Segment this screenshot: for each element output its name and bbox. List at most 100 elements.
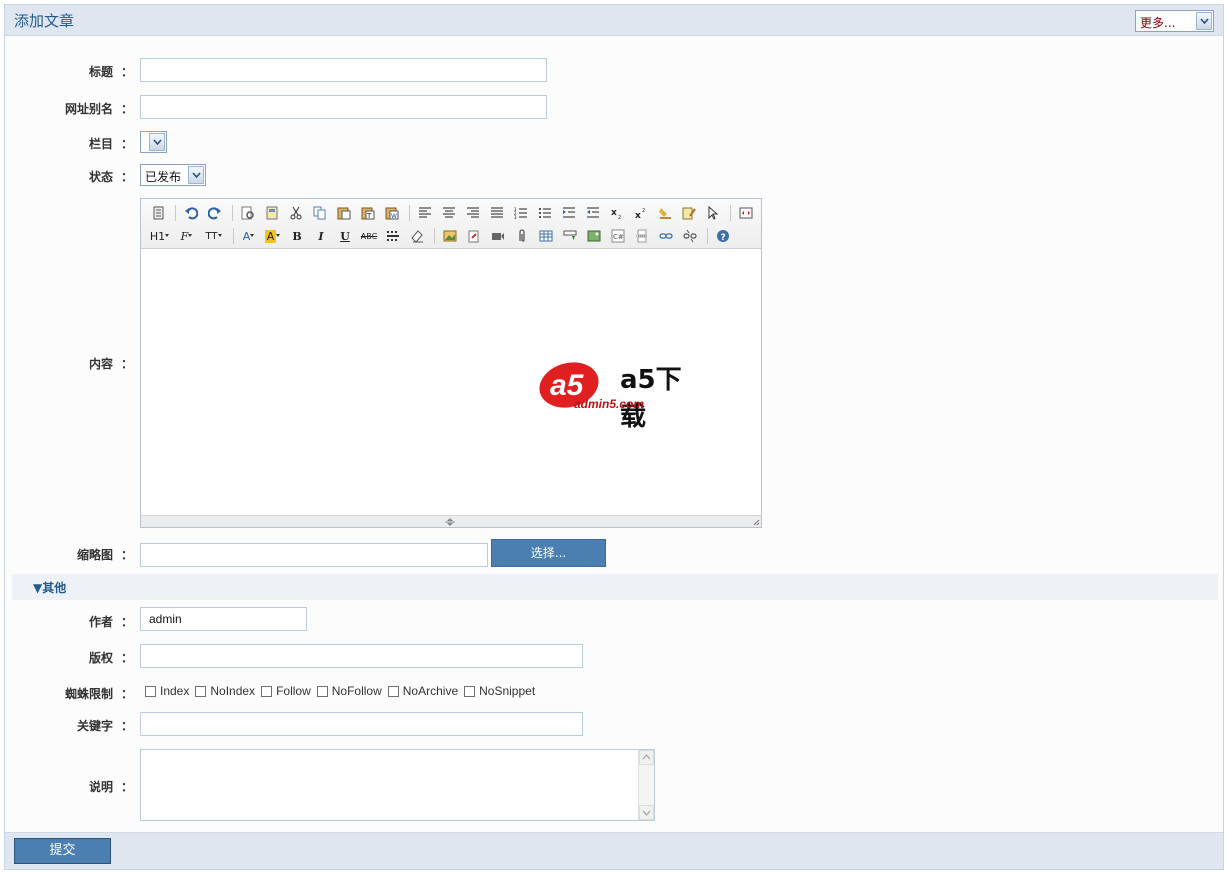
subscript-icon[interactable]: x2 <box>606 203 628 223</box>
align-left-icon[interactable] <box>414 203 436 223</box>
noarchive-checkbox[interactable] <box>387 685 399 697</box>
content-label: 内容 ： <box>5 355 133 372</box>
insert-image-icon[interactable] <box>439 226 461 246</box>
choose-thumbnail-button[interactable]: 选择... <box>491 539 606 567</box>
underline-button[interactable]: U <box>334 226 356 246</box>
status-select[interactable]: 已发布 <box>140 164 206 186</box>
more-select[interactable]: 更多... <box>1135 10 1214 32</box>
page-break-icon[interactable] <box>631 226 653 246</box>
highlight-color-button[interactable]: A <box>262 226 284 246</box>
page-title: 添加文章 <box>14 12 75 30</box>
author-label: 作者 ： <box>5 613 133 630</box>
slug-input[interactable] <box>140 95 547 119</box>
index-checkbox[interactable] <box>145 685 156 697</box>
insert-table-icon[interactable] <box>535 226 557 246</box>
fullscreen-icon[interactable] <box>735 203 757 223</box>
preview-icon[interactable] <box>237 203 259 223</box>
watermark-brand: a5下载 <box>620 365 682 432</box>
indent-icon[interactable] <box>558 203 580 223</box>
keywords-label: 关键字 ： <box>5 717 133 734</box>
chevron-down-icon[interactable] <box>149 133 165 151</box>
colon: ： <box>120 548 133 562</box>
horizontal-rule-icon[interactable] <box>382 226 404 246</box>
insert-media-icon[interactable] <box>583 226 605 246</box>
superscript-icon[interactable]: x2 <box>630 203 652 223</box>
unordered-list-icon[interactable] <box>534 203 556 223</box>
follow-checkbox[interactable] <box>261 685 273 697</box>
heading-button[interactable]: H1 <box>147 226 173 246</box>
unlink-icon[interactable] <box>679 226 701 246</box>
toolbar-separator <box>232 205 233 221</box>
other-section-header[interactable]: ▼其他 <box>12 574 1218 600</box>
paste-icon[interactable] <box>333 203 355 223</box>
noindex-checkbox[interactable] <box>195 685 207 697</box>
select-all-icon[interactable] <box>702 203 724 223</box>
eraser-icon[interactable] <box>406 226 428 246</box>
undo-icon[interactable] <box>180 203 202 223</box>
category-select[interactable] <box>140 131 167 153</box>
insert-flash-icon[interactable] <box>463 226 485 246</box>
italic-button[interactable]: I <box>310 226 332 246</box>
description-label: 说明 ： <box>5 778 133 795</box>
scroll-down-icon[interactable] <box>639 805 654 820</box>
textarea-scrollbar[interactable] <box>638 750 654 820</box>
strikethrough-button[interactable]: ABC <box>358 226 380 246</box>
source-icon[interactable] <box>147 203 169 223</box>
colon: ： <box>120 651 133 665</box>
redo-icon[interactable] <box>204 203 226 223</box>
thumbnail-label: 缩略图 ： <box>5 546 133 563</box>
copyright-input[interactable] <box>140 644 583 668</box>
app-frame: 添加文章 更多... 标题： 网址别名： 栏目： 状态： 已发布 内容： T W… <box>4 4 1224 870</box>
nosnippet-checkbox[interactable] <box>464 685 476 697</box>
paste-text-icon[interactable]: T <box>357 203 379 223</box>
align-justify-icon[interactable] <box>486 203 508 223</box>
resize-grip-icon[interactable] <box>752 518 760 526</box>
index-checkbox-label: Index <box>160 684 190 698</box>
template-icon[interactable] <box>261 203 283 223</box>
insert-row-icon[interactable] <box>559 226 581 246</box>
more-select-value: 更多... <box>1140 16 1176 30</box>
thumbnail-input[interactable] <box>140 543 488 567</box>
keywords-input[interactable] <box>140 712 583 736</box>
font-family-button[interactable]: F <box>175 226 199 246</box>
align-right-icon[interactable] <box>462 203 484 223</box>
bold-button-label: B <box>292 229 302 243</box>
svg-text:2: 2 <box>642 208 645 214</box>
colon: ： <box>120 687 133 701</box>
font-size-button[interactable]: TT <box>201 226 227 246</box>
author-label-text: 作者 <box>88 615 113 629</box>
page-header: 添加文章 更多... <box>5 5 1223 36</box>
status-select-value: 已发布 <box>145 170 182 184</box>
paste-word-icon[interactable]: W <box>381 203 403 223</box>
chevron-down-icon[interactable] <box>188 166 204 184</box>
svg-text:C#: C# <box>613 233 624 241</box>
nofollow-checkbox[interactable] <box>316 685 328 697</box>
cut-icon[interactable] <box>285 203 307 223</box>
align-center-icon[interactable] <box>438 203 460 223</box>
outdent-icon[interactable] <box>582 203 604 223</box>
scroll-up-icon[interactable] <box>639 750 654 765</box>
link-icon[interactable] <box>655 226 677 246</box>
insert-code-icon[interactable]: C# <box>607 226 629 246</box>
author-input[interactable]: admin <box>140 607 307 631</box>
highlight-color-button-label: A <box>264 229 277 243</box>
help-icon[interactable]: ? <box>712 226 734 246</box>
svg-text:x: x <box>635 211 641 220</box>
chevron-down-icon[interactable] <box>1196 12 1212 30</box>
status-label-text: 状态 <box>88 170 113 184</box>
clear-format-icon[interactable] <box>654 203 676 223</box>
description-textarea[interactable] <box>140 749 655 821</box>
highlight-code-icon[interactable] <box>678 203 700 223</box>
attachment-icon[interactable] <box>511 226 533 246</box>
strikethrough-button-label: ABC <box>360 231 378 241</box>
copy-icon[interactable] <box>309 203 331 223</box>
submit-button[interactable]: 提交 <box>14 838 111 864</box>
ordered-list-icon[interactable]: 123 <box>510 203 532 223</box>
insert-video-icon[interactable] <box>487 226 509 246</box>
svg-text:T: T <box>366 212 372 220</box>
title-input[interactable] <box>140 58 547 82</box>
colon: ： <box>120 170 133 184</box>
font-color-button[interactable]: A <box>238 226 260 246</box>
bold-button[interactable]: B <box>286 226 308 246</box>
editor-resize-bar[interactable] <box>141 515 761 527</box>
